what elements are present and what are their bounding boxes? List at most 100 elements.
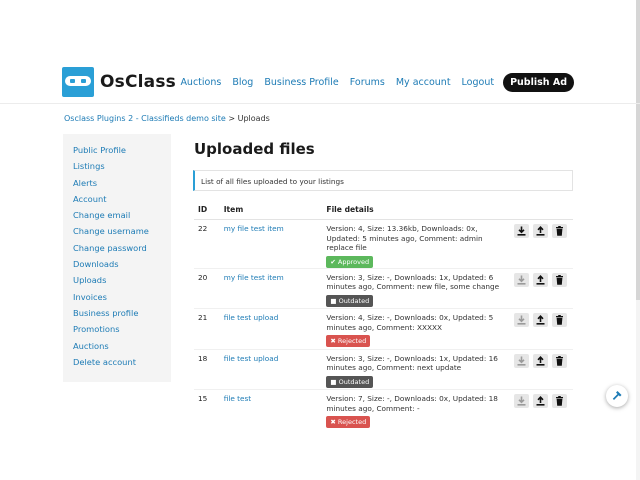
status-label: Rejected — [337, 418, 367, 426]
row-id: 21 — [194, 308, 220, 349]
column-header-file-details: File details — [322, 201, 506, 220]
sidebar-item-invoices[interactable]: Invoices — [63, 292, 171, 308]
column-header-item: Item — [219, 201, 323, 220]
page-title: Uploaded files — [194, 140, 315, 158]
row-details-text: Version: 3, Size: -, Downloads: 1x, Upda… — [326, 353, 498, 373]
status-label: Rejected — [337, 337, 367, 345]
download-button[interactable] — [514, 353, 529, 368]
upload-button[interactable] — [533, 353, 548, 368]
row-id: 20 — [194, 267, 220, 309]
upload-button[interactable] — [533, 272, 548, 287]
logo-text: OsClass — [100, 72, 176, 92]
download-button[interactable] — [514, 272, 529, 287]
table-row: 18 file test upload Version: 3, Size: -, D… — [194, 348, 573, 390]
sidebar-item-change-password[interactable]: Change password — [63, 243, 171, 259]
row-actions — [506, 389, 573, 430]
delete-button[interactable] — [552, 313, 567, 327]
delete-button[interactable] — [552, 353, 567, 368]
table-row: 22 my file test item Version: 4, Size: 13.… — [194, 220, 573, 269]
table-row: 20 my file test item Version: 3, Size: -, … — [194, 267, 573, 309]
trash-icon — [556, 396, 563, 406]
check-icon: ✔ — [330, 257, 336, 266]
status-badge: ■ Outdated — [326, 294, 374, 307]
table-row: 21 file test upload Version: 4, Size: -, D… — [194, 308, 573, 349]
upload-icon — [536, 274, 545, 285]
download-button[interactable] — [514, 394, 529, 408]
x-icon: ✖ — [330, 418, 336, 426]
upload-icon — [536, 315, 545, 325]
file-icon: ■ — [330, 296, 337, 305]
upload-button[interactable] — [533, 224, 548, 238]
download-icon — [517, 226, 526, 236]
download-icon — [517, 315, 526, 325]
floating-action-button[interactable] — [606, 385, 628, 407]
upload-icon — [536, 396, 545, 406]
row-details-text: Version: 7, Size: -, Downloads: 0x, Upda… — [326, 394, 498, 413]
sidebar-item-listings[interactable]: Listings — [63, 161, 171, 177]
x-icon: ✖ — [330, 337, 336, 345]
row-actions — [506, 308, 573, 349]
nav-blog[interactable]: Blog — [232, 77, 253, 88]
upload-icon — [536, 226, 545, 236]
table-row: 15 file test Version: 7, Size: -, Download… — [194, 389, 573, 430]
sidebar-item-delete-account[interactable]: Delete account — [63, 357, 171, 373]
nav-my-account[interactable]: My account — [396, 77, 451, 88]
sidebar-item-auctions[interactable]: Auctions — [63, 341, 171, 357]
sidebar-item-business-profile[interactable]: Business profile — [63, 308, 171, 324]
sidebar-item-promotions[interactable]: Promotions — [63, 324, 171, 340]
row-file-details: Version: 3, Size: -, Downloads: 1x, Upda… — [322, 348, 506, 390]
row-id: 22 — [198, 224, 208, 233]
sidebar-item-alerts[interactable]: Alerts — [63, 178, 171, 194]
sidebar-item-change-username[interactable]: Change username — [63, 226, 171, 242]
upload-icon — [536, 355, 545, 366]
download-button[interactable] — [514, 313, 529, 327]
delete-button[interactable] — [552, 224, 567, 238]
main-nav: Auctions Blog Business Profile Forums My… — [169, 73, 574, 92]
delete-button[interactable] — [552, 394, 567, 408]
breadcrumb-home-link[interactable]: Osclass Plugins 2 - Classifieds demo sit… — [64, 114, 226, 123]
site-logo[interactable]: OsClass — [62, 67, 176, 97]
logo-icon — [62, 67, 94, 97]
status-label: Approved — [337, 257, 370, 266]
sidebar-item-uploads[interactable]: Uploads — [63, 275, 171, 291]
download-icon — [517, 356, 526, 366]
row-item-link[interactable]: my file test item — [219, 267, 323, 309]
publish-ad-button[interactable]: Publish Ad — [503, 73, 574, 92]
status-badge: ■ Outdated — [326, 375, 374, 388]
status-badge: ✖ Rejected — [326, 335, 371, 347]
download-button[interactable] — [514, 224, 529, 238]
sidebar-item-account[interactable]: Account — [63, 194, 171, 210]
trash-icon — [556, 355, 563, 366]
upload-button[interactable] — [533, 313, 548, 327]
upload-button[interactable] — [533, 394, 548, 408]
row-item-link[interactable]: file test upload — [219, 348, 323, 390]
sidebar-item-public-profile[interactable]: Public Profile — [63, 145, 171, 161]
row-item-link[interactable]: file test upload — [219, 308, 323, 349]
nav-business-profile[interactable]: Business Profile — [264, 77, 338, 88]
nav-forums[interactable]: Forums — [350, 77, 385, 88]
sidebar-item-downloads[interactable]: Downloads — [63, 259, 171, 275]
row-actions — [506, 348, 573, 390]
sidebar-item-change-email[interactable]: Change email — [63, 210, 171, 226]
breadcrumb-current: Uploads — [237, 114, 270, 123]
breadcrumb-separator: > — [228, 114, 236, 123]
row-details-text: Version: 4, Size: -, Downloads: 0x, Upda… — [326, 313, 494, 332]
row-item-link[interactable]: my file test item — [220, 220, 323, 269]
row-details-text: Version: 4, Size: 13.36kb, Downloads: 0x… — [326, 224, 483, 252]
trash-icon — [556, 274, 563, 285]
scrollbar-thumb[interactable] — [636, 0, 640, 300]
row-item-link[interactable]: file test — [219, 389, 323, 430]
nav-auctions[interactable]: Auctions — [180, 77, 221, 88]
uploads-table: ID Item File details 22 my file test item… — [194, 201, 573, 430]
nav-logout[interactable]: Logout — [462, 77, 495, 88]
column-header-actions — [506, 201, 573, 220]
trash-icon — [556, 226, 563, 236]
file-icon: ■ — [330, 377, 337, 386]
row-file-details: Version: 4, Size: -, Downloads: 0x, Upda… — [322, 308, 506, 349]
download-icon — [517, 396, 526, 406]
site-header: OsClass Auctions Blog Business Profile F… — [0, 62, 640, 104]
delete-button[interactable] — [552, 272, 567, 287]
row-details-text: Version: 3, Size: -, Downloads: 1x, Upda… — [326, 272, 500, 292]
trash-icon — [556, 315, 563, 325]
row-actions — [506, 267, 573, 309]
